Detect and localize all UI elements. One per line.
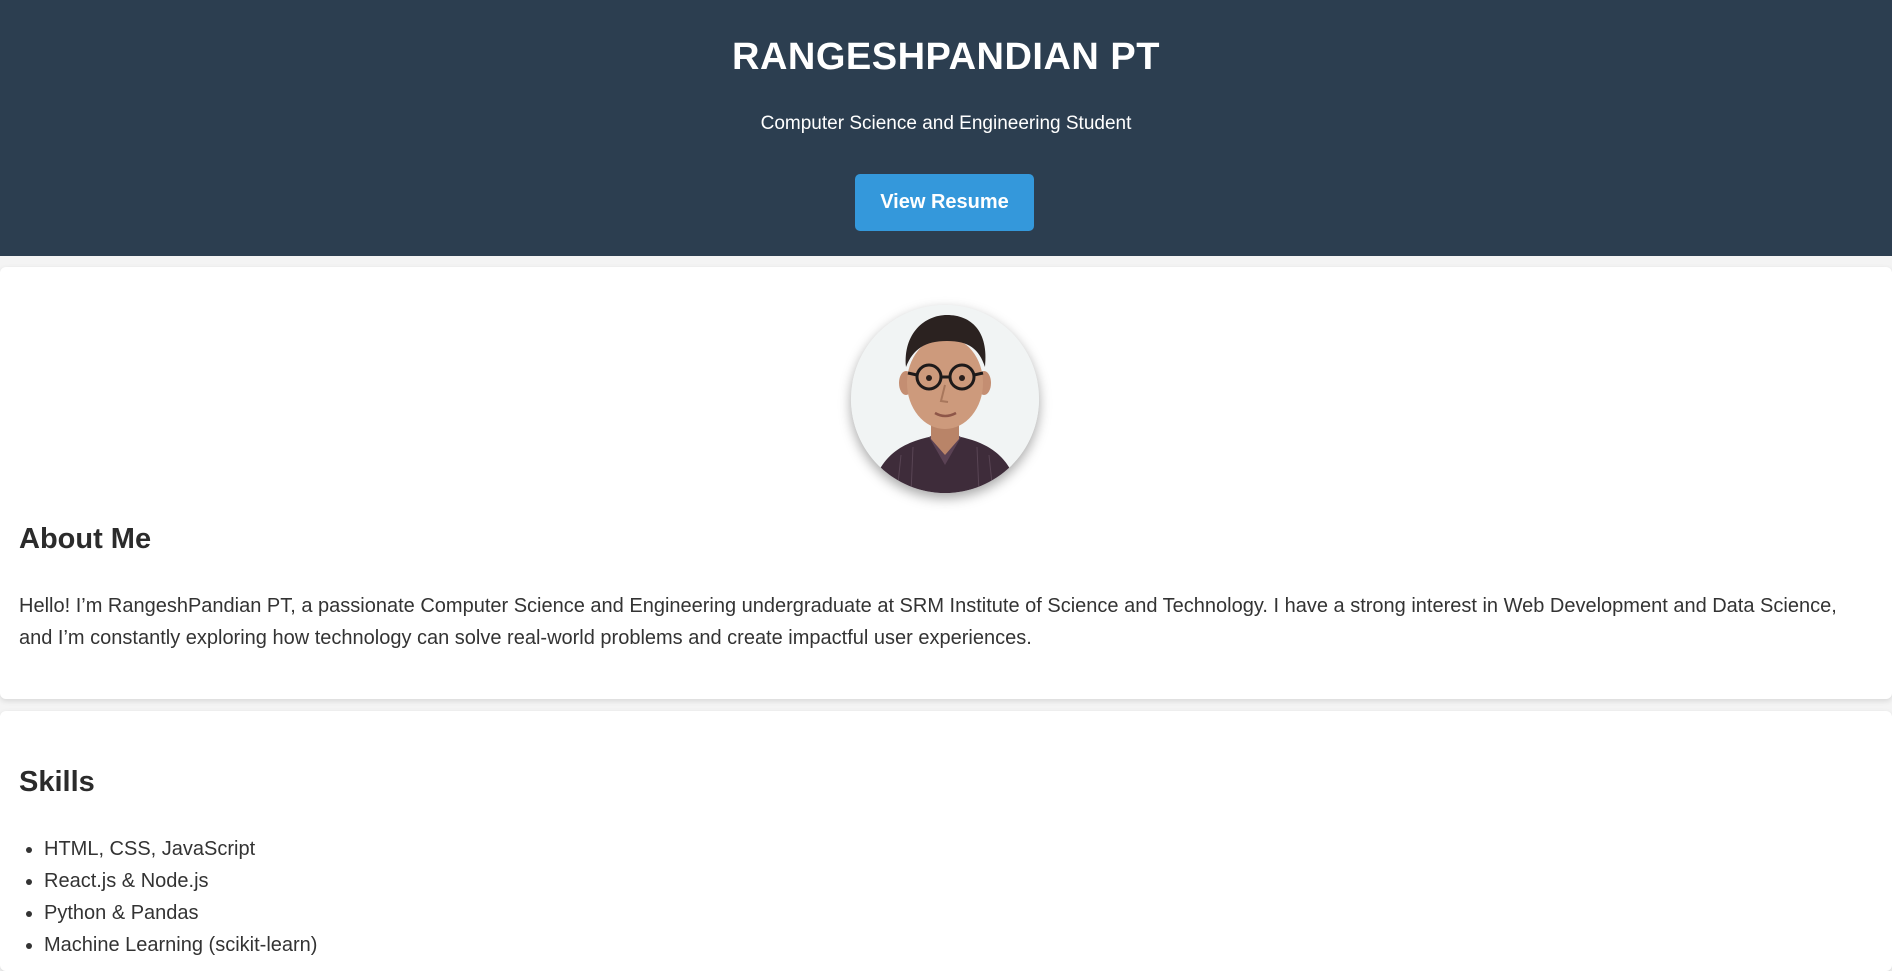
skill-item: Python & Pandas	[44, 897, 317, 929]
skill-item: Machine Learning (scikit-learn)	[44, 929, 317, 961]
page-subtitle: Computer Science and Engineering Student	[760, 113, 1132, 134]
profile-photo-icon	[851, 305, 1039, 493]
skills-list: HTML, CSS, JavaScript React.js & Node.js…	[19, 833, 317, 961]
about-section: About Me Hello! I’m RangeshPandian PT, a…	[0, 267, 1892, 699]
hero-header: RANGESHPANDIAN PT Computer Science and E…	[0, 0, 1892, 256]
skills-heading: Skills	[19, 766, 95, 798]
avatar	[851, 305, 1039, 493]
about-heading: About Me	[19, 523, 152, 555]
about-text: Hello! I’m RangeshPandian PT, a passiona…	[19, 595, 1837, 649]
view-resume-button[interactable]: View Resume	[855, 174, 1034, 231]
page-title: RANGESHPANDIAN PT	[732, 36, 1160, 78]
skills-section: Skills HTML, CSS, JavaScript React.js & …	[0, 711, 1892, 971]
skill-item: React.js & Node.js	[44, 865, 317, 897]
skill-item: HTML, CSS, JavaScript	[44, 833, 317, 865]
